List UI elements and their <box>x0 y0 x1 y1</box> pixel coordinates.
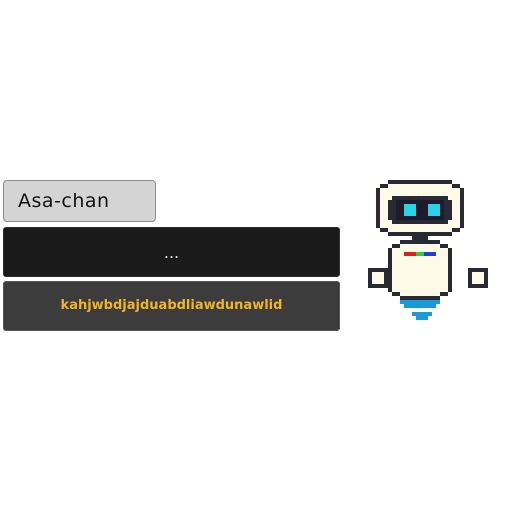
dialog-text: ... <box>163 243 180 262</box>
robot-character-icon <box>368 180 488 320</box>
speaker-name: Asa-chan <box>18 190 110 212</box>
robot-red-light <box>404 252 416 256</box>
robot-blue-light <box>424 252 436 256</box>
robot-green-light <box>416 252 424 256</box>
robot-head <box>376 180 464 236</box>
choice-button-1[interactable]: kahjwbdjajduabdliawdunawlid <box>3 281 340 331</box>
robot-right-hand <box>468 268 488 288</box>
robot-right-eye <box>428 204 440 216</box>
robot-left-hand <box>368 268 388 288</box>
robot-jet <box>400 300 440 320</box>
choice-label: kahjwbdjajduabdliawdunawlid <box>60 298 283 313</box>
speaker-name-tag: Asa-chan <box>3 180 156 222</box>
robot-left-eye <box>404 204 416 216</box>
robot-body <box>388 240 452 300</box>
game-scene: Asa-chan ... kahjwbdjajduabdliawdunawlid <box>0 0 512 512</box>
dialog-box[interactable]: ... <box>3 227 340 277</box>
